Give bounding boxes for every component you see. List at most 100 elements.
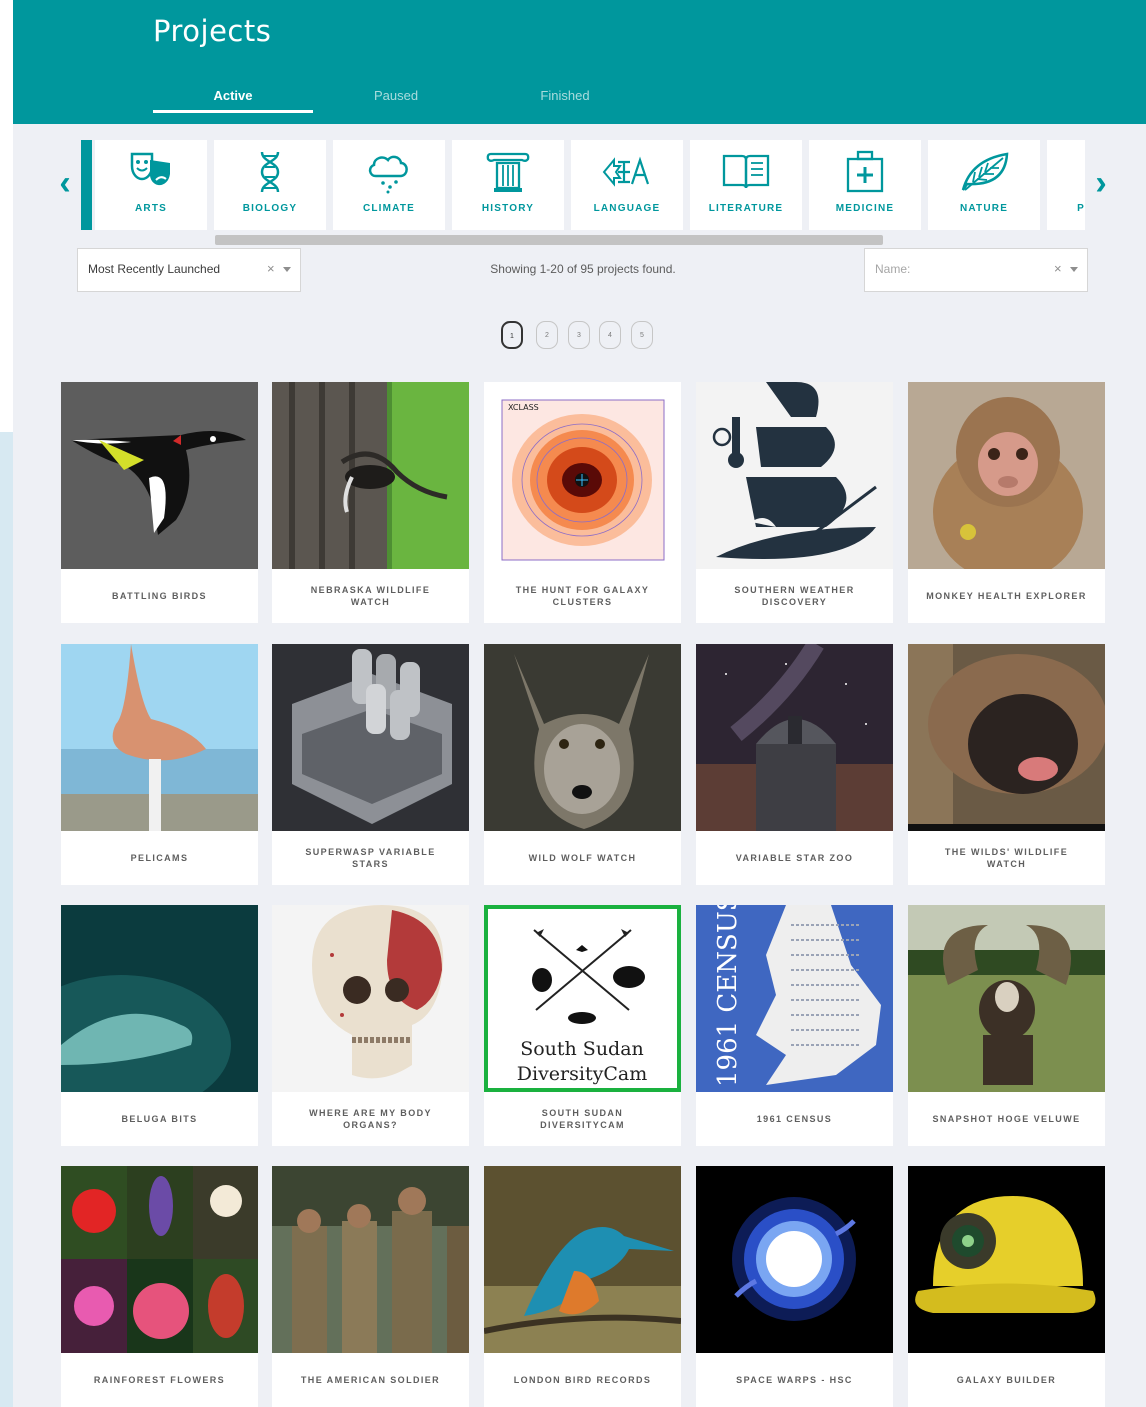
- discipline-medicine[interactable]: MEDICINE: [809, 140, 921, 230]
- project-image: [908, 644, 1105, 831]
- discipline-label: MEDICINE: [835, 203, 895, 214]
- clear-name-icon[interactable]: ×: [1054, 261, 1062, 276]
- discipline-label: NATURE: [959, 203, 1009, 214]
- project-card-variable-star-zoo[interactable]: Variable Star Zoo: [696, 644, 893, 885]
- project-card-battling-birds[interactable]: Battling Birds: [61, 382, 258, 623]
- page-3-button[interactable]: 3: [568, 321, 590, 349]
- scroll-left-button[interactable]: ‹: [53, 166, 77, 200]
- project-card-the-wilds[interactable]: The Wilds' Wildlife Watch: [908, 644, 1105, 885]
- project-image: [696, 644, 893, 831]
- strip-accent: [81, 140, 92, 230]
- project-title: Beluga Bits: [121, 1114, 198, 1124]
- image-caption: XCLASS: [508, 403, 539, 412]
- page-4-button[interactable]: 4: [599, 321, 621, 349]
- side-strip: [0, 432, 13, 1407]
- project-card-superwasp[interactable]: SuperWASP Variable Stars: [272, 644, 469, 885]
- project-image: [908, 905, 1105, 1092]
- project-image: [272, 644, 469, 831]
- project-image: [484, 644, 681, 831]
- project-card-monkey-health[interactable]: Monkey Health Explorer: [908, 382, 1105, 623]
- tab-active[interactable]: Active: [153, 88, 313, 113]
- project-image: [484, 1166, 681, 1353]
- discipline-partial[interactable]: P: [1047, 140, 1085, 230]
- image-caption: 1961 CENSUS: [713, 905, 743, 1087]
- name-search-select[interactable]: Name: ×: [864, 248, 1088, 292]
- leaf-icon: [961, 152, 1009, 191]
- discipline-label: LITERATURE: [708, 203, 784, 214]
- discipline-arts[interactable]: ARTS: [95, 140, 207, 230]
- project-card-galaxy-builder[interactable]: Galaxy Builder: [908, 1166, 1105, 1407]
- project-card-pelicams[interactable]: Pelicams: [61, 644, 258, 885]
- project-card-1961-census[interactable]: 1961 CENSUS 1961 Census: [696, 905, 893, 1146]
- cloud-rain-icon: [368, 155, 408, 194]
- project-title: The American Soldier: [300, 1375, 441, 1385]
- project-card-wild-wolf-watch[interactable]: Wild Wolf Watch: [484, 644, 681, 885]
- project-image: [61, 644, 258, 831]
- project-image: South Sudan DiversityCam: [484, 905, 681, 1092]
- project-image: [272, 382, 469, 569]
- project-title: Variable Star Zoo: [735, 853, 854, 863]
- project-title: Snapshot Hoge Veluwe: [932, 1114, 1081, 1124]
- project-card-london-bird-records[interactable]: London Bird Records: [484, 1166, 681, 1407]
- project-image: [908, 382, 1105, 569]
- open-book-icon: [722, 154, 770, 189]
- clear-sort-icon[interactable]: ×: [267, 261, 275, 276]
- project-card-snapshot-hoge-veluwe[interactable]: Snapshot Hoge Veluwe: [908, 905, 1105, 1146]
- project-title: Where Are My Body Organs?: [309, 1108, 432, 1130]
- tab-finished[interactable]: Finished: [485, 88, 645, 110]
- column-icon: [486, 152, 530, 192]
- results-count: Showing 1-20 of 95 projects found.: [490, 262, 676, 276]
- page-header: Projects Active Paused Finished: [13, 0, 1146, 124]
- page-1-button[interactable]: 1: [501, 321, 523, 349]
- scrollbar-thumb[interactable]: [215, 235, 883, 245]
- project-title: The Hunt for Galaxy Clusters: [515, 585, 650, 607]
- page-2-button[interactable]: 2: [536, 321, 558, 349]
- discipline-scrollbar[interactable]: [135, 234, 1125, 248]
- project-card-american-soldier[interactable]: The American Soldier: [272, 1166, 469, 1407]
- sort-value: Most Recently Launched: [88, 262, 221, 276]
- dna-icon: [260, 151, 280, 193]
- project-card-rainforest-flowers[interactable]: Rainforest Flowers: [61, 1166, 258, 1407]
- project-image: [61, 382, 258, 569]
- chevron-down-icon[interactable]: [1070, 267, 1078, 272]
- discipline-strip: ARTS BIOLOGY CLIMATE HISTORY LANGUAGE LI: [81, 140, 1085, 230]
- project-card-south-sudan-diversitycam[interactable]: South Sudan DiversityCam South Sudan Dive…: [484, 905, 681, 1146]
- project-card-southern-weather[interactable]: Southern Weather Discovery: [696, 382, 893, 623]
- discipline-climate[interactable]: CLIMATE: [333, 140, 445, 230]
- theater-masks-icon: [130, 152, 170, 186]
- discipline-label: HISTORY: [481, 203, 535, 214]
- tab-paused[interactable]: Paused: [316, 88, 476, 110]
- project-image: [908, 1166, 1105, 1353]
- discipline-label: CLIMATE: [362, 203, 416, 214]
- project-image: [272, 905, 469, 1092]
- project-title: Galaxy Builder: [956, 1375, 1057, 1385]
- discipline-history[interactable]: HISTORY: [452, 140, 564, 230]
- project-image: [61, 905, 258, 1092]
- project-title: Nebraska Wildlife Watch: [310, 585, 431, 607]
- discipline-label: LANGUAGE: [593, 203, 661, 214]
- project-title: Wild Wolf Watch: [528, 853, 637, 863]
- project-card-galaxy-clusters[interactable]: XCLASS The Hunt for Galaxy Clusters: [484, 382, 681, 623]
- project-title: Space Warps - HSC: [736, 1375, 853, 1385]
- project-card-nebraska-wildlife-watch[interactable]: Nebraska Wildlife Watch: [272, 382, 469, 623]
- project-title: 1961 Census: [756, 1114, 833, 1124]
- project-card-beluga-bits[interactable]: Beluga Bits: [61, 905, 258, 1146]
- discipline-nature[interactable]: NATURE: [928, 140, 1040, 230]
- project-title: London Bird Records: [513, 1375, 652, 1385]
- project-card-space-warps[interactable]: Space Warps - HSC: [696, 1166, 893, 1407]
- project-title: SuperWASP Variable Stars: [305, 847, 436, 869]
- project-card-body-organs[interactable]: Where Are My Body Organs?: [272, 905, 469, 1146]
- scroll-right-button[interactable]: ›: [1089, 166, 1113, 200]
- page-5-button[interactable]: 5: [631, 321, 653, 349]
- image-caption-line-2: DiversityCam: [517, 1063, 647, 1085]
- project-title: Rainforest Flowers: [93, 1375, 226, 1385]
- discipline-biology[interactable]: BIOLOGY: [214, 140, 326, 230]
- project-title: The Wilds' Wildlife Watch: [944, 847, 1069, 869]
- sort-select[interactable]: Most Recently Launched ×: [77, 248, 301, 292]
- project-image: [696, 1166, 893, 1353]
- discipline-language[interactable]: LANGUAGE: [571, 140, 683, 230]
- name-placeholder: Name:: [875, 262, 911, 276]
- discipline-literature[interactable]: LITERATURE: [690, 140, 802, 230]
- project-image: XCLASS: [484, 382, 681, 569]
- chevron-down-icon[interactable]: [283, 267, 291, 272]
